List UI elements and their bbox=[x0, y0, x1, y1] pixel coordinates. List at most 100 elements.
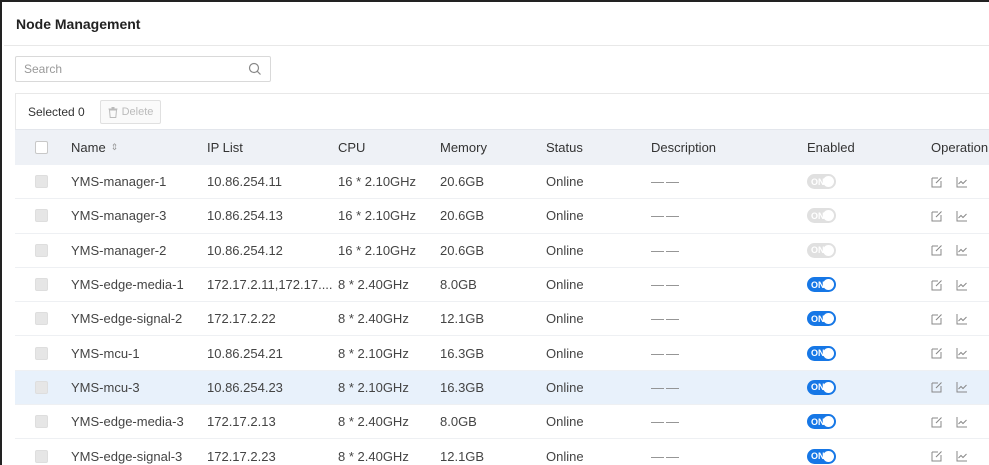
row-checkbox[interactable] bbox=[35, 346, 48, 360]
column-header-cpu: CPU bbox=[338, 140, 366, 155]
line-chart-icon[interactable] bbox=[956, 313, 968, 325]
edit-icon[interactable] bbox=[931, 313, 943, 325]
node-cpu: 8 * 2.10GHz bbox=[338, 379, 409, 395]
node-name: YMS-edge-media-1 bbox=[71, 277, 184, 293]
node-status: Online bbox=[546, 311, 584, 327]
line-chart-icon[interactable] bbox=[956, 347, 968, 359]
node-name: YMS-mcu-1 bbox=[71, 345, 140, 361]
node-cpu: 8 * 2.40GHz bbox=[338, 311, 409, 327]
search-box bbox=[15, 56, 271, 82]
line-chart-icon[interactable] bbox=[956, 244, 968, 256]
line-chart-icon[interactable] bbox=[956, 381, 968, 393]
node-name: YMS-manager-1 bbox=[71, 174, 167, 190]
node-name: YMS-mcu-3 bbox=[71, 379, 140, 395]
table-body: YMS-manager-1 10.86.254.11 16 * 2.10GHz … bbox=[15, 165, 989, 465]
column-header-description: Description bbox=[651, 140, 717, 155]
search-input[interactable] bbox=[16, 57, 241, 81]
enabled-toggle[interactable]: ON bbox=[807, 174, 836, 190]
edit-icon[interactable] bbox=[931, 244, 943, 256]
edit-icon[interactable] bbox=[931, 381, 943, 393]
node-name: YMS-manager-2 bbox=[71, 242, 167, 258]
node-cpu: 16 * 2.10GHz bbox=[338, 242, 417, 258]
node-name: YMS-edge-signal-3 bbox=[71, 448, 183, 464]
node-ip: 10.86.254.11 bbox=[207, 174, 282, 190]
enabled-toggle[interactable]: ON bbox=[807, 277, 836, 293]
edit-icon[interactable] bbox=[931, 176, 943, 188]
node-memory: 16.3GB bbox=[440, 379, 485, 395]
node-memory: 16.3GB bbox=[440, 345, 485, 361]
line-chart-icon[interactable] bbox=[956, 416, 968, 428]
enabled-toggle[interactable]: ON bbox=[807, 345, 836, 361]
table-row[interactable]: YMS-manager-3 10.86.254.13 16 * 2.10GHz … bbox=[15, 199, 989, 234]
table-row[interactable]: YMS-mcu-1 10.86.254.21 8 * 2.10GHz 16.3G… bbox=[15, 336, 989, 371]
table-row[interactable]: YMS-edge-signal-2 172.17.2.22 8 * 2.40GH… bbox=[15, 302, 989, 337]
row-checkbox[interactable] bbox=[35, 175, 48, 189]
table-row[interactable]: YMS-mcu-3 10.86.254.23 8 * 2.10GHz 16.3G… bbox=[15, 370, 989, 406]
node-description: —— bbox=[651, 208, 681, 224]
table-row[interactable]: YMS-manager-1 10.86.254.11 16 * 2.10GHz … bbox=[15, 165, 989, 200]
line-chart-icon[interactable] bbox=[956, 450, 968, 462]
node-memory: 20.6GB bbox=[440, 242, 485, 258]
node-ip: 10.86.254.13 bbox=[207, 208, 283, 224]
row-checkbox[interactable] bbox=[35, 243, 48, 257]
node-status: Online bbox=[546, 379, 584, 395]
line-chart-icon[interactable] bbox=[956, 210, 968, 222]
node-ip: 172.17.2.23 bbox=[207, 448, 276, 464]
table-row[interactable]: YMS-edge-media-1 172.17.2.11,172.17.... … bbox=[15, 267, 989, 303]
row-checkbox[interactable] bbox=[35, 415, 48, 429]
column-header-name[interactable]: Name ⇕ bbox=[71, 130, 118, 165]
sort-icon[interactable]: ⇕ bbox=[111, 142, 119, 153]
row-checkbox[interactable] bbox=[35, 278, 48, 292]
edit-icon[interactable] bbox=[931, 416, 943, 428]
row-checkbox[interactable] bbox=[35, 380, 48, 394]
node-management-panel: Node Management Selected 0 Delete Name ⇕ bbox=[0, 0, 989, 465]
enabled-toggle[interactable]: ON bbox=[807, 311, 836, 327]
node-memory: 8.0GB bbox=[440, 277, 477, 293]
enabled-toggle[interactable]: ON bbox=[807, 448, 836, 464]
node-status: Online bbox=[546, 277, 584, 293]
table-row[interactable]: YMS-manager-2 10.86.254.12 16 * 2.10GHz … bbox=[15, 233, 989, 268]
edit-icon[interactable] bbox=[931, 279, 943, 291]
delete-button-label: Delete bbox=[121, 106, 154, 118]
column-header-status: Status bbox=[546, 140, 583, 155]
node-memory: 12.1GB bbox=[440, 311, 485, 327]
node-status: Online bbox=[546, 345, 584, 361]
node-ip: 172.17.2.11,172.17.... bbox=[207, 277, 333, 293]
row-checkbox[interactable] bbox=[35, 312, 48, 326]
enabled-toggle[interactable]: ON bbox=[807, 379, 836, 395]
enabled-toggle[interactable]: ON bbox=[807, 208, 836, 224]
node-cpu: 8 * 2.40GHz bbox=[338, 277, 409, 293]
table-row[interactable]: YMS-edge-media-3 172.17.2.13 8 * 2.40GHz… bbox=[15, 405, 989, 440]
column-header-memory: Memory bbox=[440, 140, 487, 155]
node-cpu: 16 * 2.10GHz bbox=[338, 208, 417, 224]
node-status: Online bbox=[546, 414, 584, 430]
enabled-toggle[interactable]: ON bbox=[807, 414, 836, 430]
node-description: —— bbox=[651, 414, 681, 430]
row-checkbox[interactable] bbox=[35, 449, 48, 463]
node-description: —— bbox=[651, 277, 681, 293]
edit-icon[interactable] bbox=[931, 450, 943, 462]
node-status: Online bbox=[546, 448, 584, 464]
search-icon[interactable] bbox=[248, 62, 262, 76]
node-status: Online bbox=[546, 242, 584, 258]
node-memory: 8.0GB bbox=[440, 414, 477, 430]
node-cpu: 8 * 2.40GHz bbox=[338, 448, 409, 464]
line-chart-icon[interactable] bbox=[956, 176, 968, 188]
page-title: Node Management bbox=[16, 16, 141, 32]
node-ip: 172.17.2.22 bbox=[207, 311, 276, 327]
enabled-toggle[interactable]: ON bbox=[807, 242, 836, 258]
column-header-ip: IP List bbox=[207, 140, 243, 155]
node-status: Online bbox=[546, 208, 584, 224]
select-all-checkbox[interactable] bbox=[35, 141, 48, 154]
table-row[interactable]: YMS-edge-signal-3 172.17.2.23 8 * 2.40GH… bbox=[15, 439, 989, 465]
delete-button[interactable]: Delete bbox=[100, 100, 161, 124]
node-status: Online bbox=[546, 174, 584, 190]
node-table: Name ⇕ IP List CPU Memory Status Descrip… bbox=[15, 129, 989, 465]
column-header-operation: Operation bbox=[931, 140, 989, 155]
edit-icon[interactable] bbox=[931, 347, 943, 359]
node-description: —— bbox=[651, 448, 681, 464]
node-description: —— bbox=[651, 174, 681, 190]
edit-icon[interactable] bbox=[931, 210, 943, 222]
line-chart-icon[interactable] bbox=[956, 279, 968, 291]
row-checkbox[interactable] bbox=[35, 209, 48, 223]
